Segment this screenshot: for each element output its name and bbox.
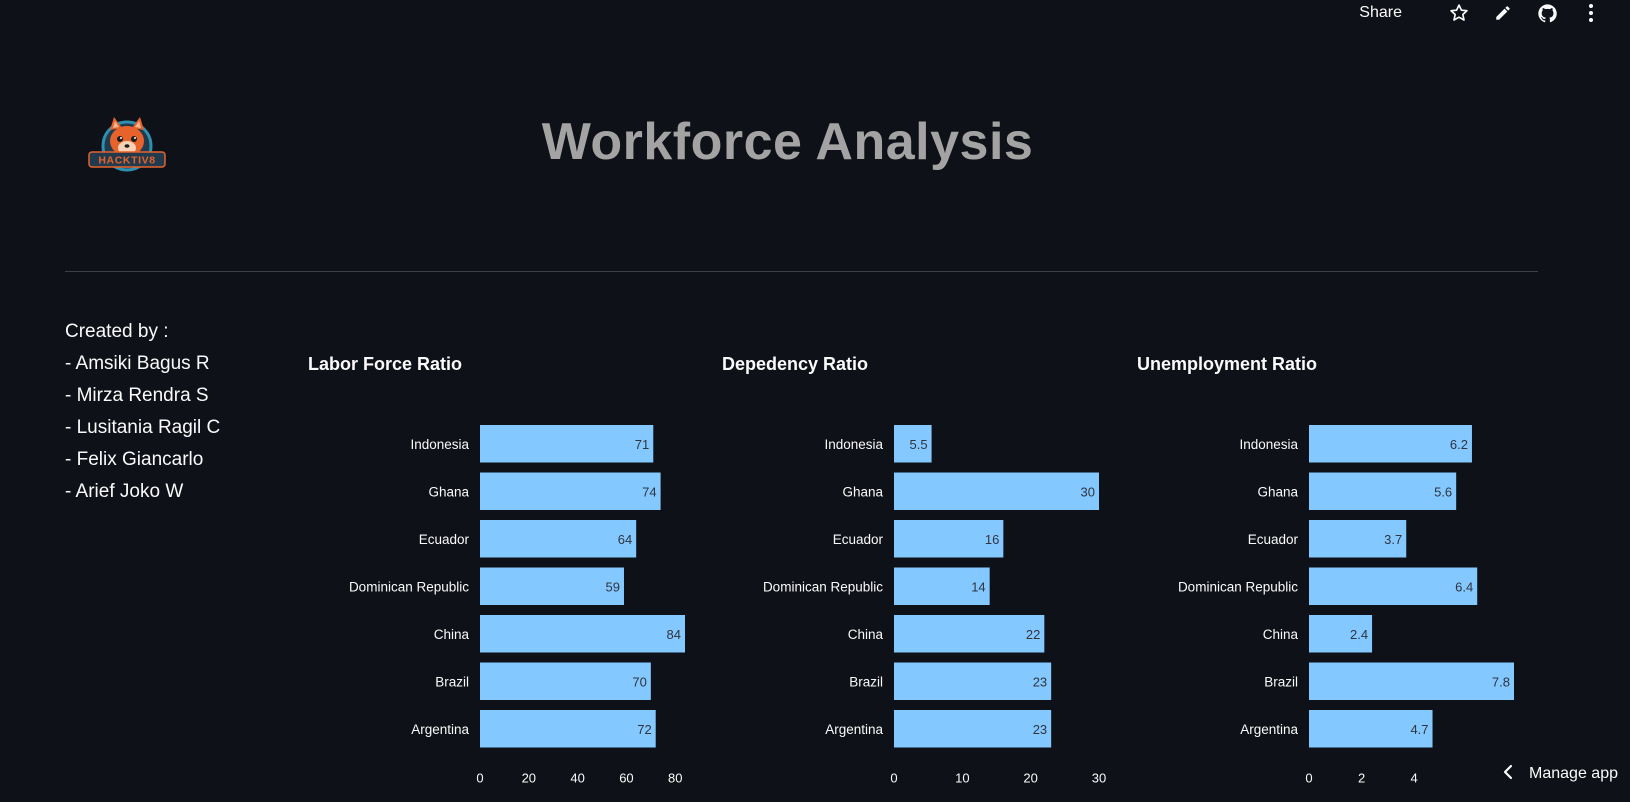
y-tick-label: Brazil bbox=[435, 674, 469, 689]
share-button[interactable]: Share bbox=[1359, 4, 1402, 22]
data-label: 30 bbox=[1081, 484, 1095, 499]
chart-svg: Indonesia 5.5 Ghana 30 Ecuador 16 Dominican Re… bbox=[763, 425, 1106, 786]
x-tick-label: 20 bbox=[522, 771, 536, 786]
manage-app-label: Manage app bbox=[1529, 765, 1618, 782]
x-tick-label: 40 bbox=[570, 771, 584, 786]
bar bbox=[1309, 567, 1478, 605]
y-tick-label: Argentina bbox=[411, 722, 469, 737]
bar bbox=[480, 472, 661, 510]
x-tick-label: 30 bbox=[1092, 771, 1106, 786]
bar bbox=[480, 615, 685, 653]
chart-title: Unemployment Ratio bbox=[1137, 354, 1318, 374]
y-tick-label: Dominican Republic bbox=[1178, 579, 1298, 594]
y-tick-label: Indonesia bbox=[824, 437, 883, 452]
y-tick-label: Ghana bbox=[842, 484, 883, 499]
github-icon[interactable] bbox=[1536, 2, 1558, 24]
chart-dependency-ratio: Depedency Ratio Indonesia 5.5 Ghana 30 Ecuad… bbox=[722, 354, 1106, 786]
credits-heading: Created by : bbox=[65, 321, 169, 342]
bar bbox=[480, 710, 656, 748]
bar bbox=[480, 567, 624, 605]
data-label: 72 bbox=[637, 722, 651, 737]
y-tick-label: Argentina bbox=[825, 722, 883, 737]
x-tick-label: 0 bbox=[890, 771, 897, 786]
y-tick-label: Ghana bbox=[1257, 484, 1298, 499]
star-icon[interactable] bbox=[1448, 2, 1470, 24]
credit-name: - Amsiki Bagus R bbox=[65, 353, 210, 374]
data-label: 5.6 bbox=[1434, 484, 1452, 499]
bar bbox=[1309, 425, 1472, 463]
header-divider bbox=[65, 271, 1538, 272]
bar bbox=[480, 520, 637, 558]
chart-unemployment-ratio: Unemployment Ratio Indonesia 6.2 Ghana 5.6 E… bbox=[1137, 354, 1514, 786]
chevron-left-icon bbox=[1503, 764, 1513, 784]
manage-app-button[interactable]: Manage app bbox=[1493, 760, 1618, 788]
y-tick-label: Dominican Republic bbox=[349, 579, 469, 594]
data-label: 70 bbox=[632, 674, 646, 689]
y-tick-label: Indonesia bbox=[410, 437, 469, 452]
data-label: 6.2 bbox=[1450, 437, 1468, 452]
bar bbox=[894, 662, 1052, 700]
y-tick-label: Indonesia bbox=[1239, 437, 1298, 452]
data-label: 14 bbox=[971, 579, 985, 594]
bar bbox=[894, 710, 1052, 748]
y-tick-label: Ecuador bbox=[833, 532, 884, 547]
data-label: 23 bbox=[1033, 674, 1047, 689]
data-label: 16 bbox=[985, 532, 999, 547]
bar bbox=[1309, 662, 1514, 700]
bar bbox=[480, 662, 651, 700]
data-label: 4.7 bbox=[1410, 722, 1428, 737]
x-tick-label: 2 bbox=[1358, 771, 1365, 786]
data-label: 74 bbox=[642, 484, 656, 499]
y-tick-label: Dominican Republic bbox=[763, 579, 883, 594]
x-tick-label: 20 bbox=[1023, 771, 1037, 786]
data-label: 2.4 bbox=[1350, 627, 1368, 642]
bar bbox=[894, 472, 1099, 510]
data-label: 84 bbox=[667, 627, 681, 642]
x-tick-label: 80 bbox=[668, 771, 682, 786]
y-tick-label: China bbox=[1263, 627, 1299, 642]
data-label: 64 bbox=[618, 532, 632, 547]
data-label: 6.4 bbox=[1455, 579, 1473, 594]
page-title-text: Workforce Analysis bbox=[541, 113, 1034, 171]
chart-svg: Indonesia 71 Ghana 74 Ecuador 64 Dominican Rep… bbox=[349, 425, 685, 786]
page-title: Workforce Analysis bbox=[0, 112, 1630, 172]
y-tick-label: China bbox=[434, 627, 470, 642]
chart-title: Labor Force Ratio bbox=[308, 354, 463, 374]
y-tick-label: China bbox=[848, 627, 884, 642]
bar bbox=[480, 425, 654, 463]
data-label: 23 bbox=[1033, 722, 1047, 737]
credits-block: Created by : - Amsiki Bagus R - Mirza Re… bbox=[65, 316, 220, 508]
credit-name: - Felix Giancarlo bbox=[65, 449, 204, 470]
y-tick-label: Ecuador bbox=[1248, 532, 1299, 547]
data-label: 22 bbox=[1026, 627, 1040, 642]
chart-labor-force-ratio: Labor Force Ratio Indonesia 71 Ghana 74 Ecua… bbox=[308, 354, 685, 786]
x-tick-label: 10 bbox=[955, 771, 969, 786]
data-label: 59 bbox=[606, 579, 620, 594]
top-toolbar: Share bbox=[1359, 0, 1630, 26]
credit-name: - Mirza Rendra S bbox=[65, 385, 209, 406]
y-tick-label: Ghana bbox=[428, 484, 469, 499]
x-tick-label: 0 bbox=[476, 771, 483, 786]
x-tick-label: 4 bbox=[1411, 771, 1418, 786]
x-tick-label: 0 bbox=[1305, 771, 1312, 786]
data-label: 7.8 bbox=[1492, 674, 1510, 689]
y-tick-label: Ecuador bbox=[419, 532, 470, 547]
credit-name: - Arief Joko W bbox=[65, 481, 184, 502]
bar bbox=[894, 615, 1045, 653]
x-tick-label: 60 bbox=[619, 771, 633, 786]
data-label: 3.7 bbox=[1384, 532, 1402, 547]
data-label: 71 bbox=[635, 437, 649, 452]
y-tick-label: Argentina bbox=[1240, 722, 1298, 737]
chart-svg: Indonesia 6.2 Ghana 5.6 Ecuador 3.7 Dominican … bbox=[1178, 425, 1514, 786]
y-tick-label: Brazil bbox=[1264, 674, 1298, 689]
y-tick-label: Brazil bbox=[849, 674, 883, 689]
pencil-icon[interactable] bbox=[1492, 2, 1514, 24]
chart-title: Depedency Ratio bbox=[722, 354, 869, 374]
more-vertical-icon[interactable] bbox=[1580, 2, 1602, 24]
credit-name: - Lusitania Ragil C bbox=[65, 417, 221, 438]
data-label: 5.5 bbox=[910, 437, 928, 452]
